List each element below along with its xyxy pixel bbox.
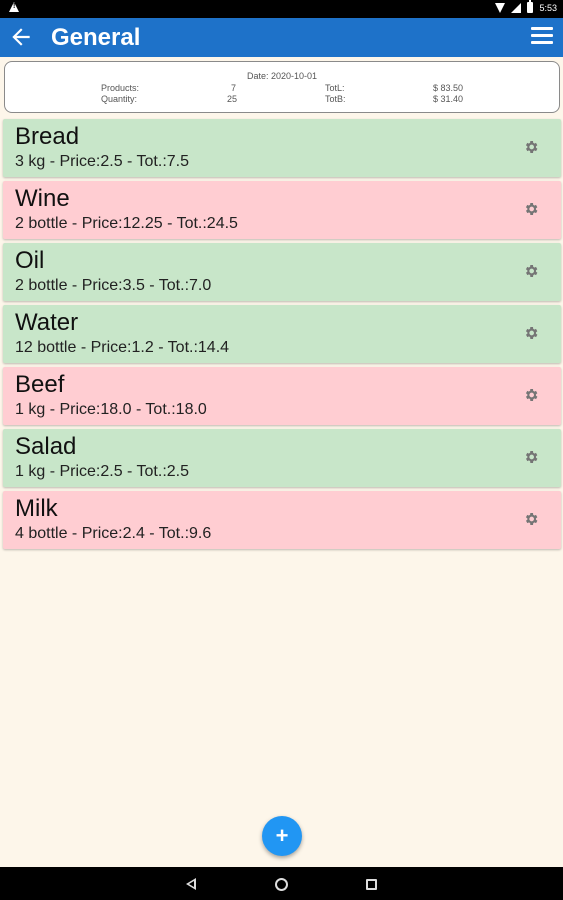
list-item[interactable]: Salad 1 kg - Price:2.5 - Tot.:2.5 bbox=[3, 429, 561, 487]
gear-icon[interactable] bbox=[523, 325, 539, 341]
quantity-value: 25 bbox=[227, 94, 238, 104]
item-name: Water bbox=[15, 309, 79, 336]
item-details: 12 bottle - Price:1.2 - Tot.:14.4 bbox=[15, 339, 230, 356]
item-details: 2 bottle - Price:3.5 - Tot.:7.0 bbox=[15, 277, 212, 294]
system-nav-bar bbox=[0, 867, 563, 900]
item-name: Oil bbox=[15, 247, 45, 274]
item-details: 3 kg - Price:2.5 - Tot.:7.5 bbox=[15, 153, 190, 170]
gear-icon[interactable] bbox=[523, 263, 539, 279]
item-name: Salad bbox=[15, 433, 77, 460]
list-item[interactable]: Wine 2 bottle - Price:12.25 - Tot.:24.5 bbox=[3, 181, 561, 239]
page-title: General bbox=[51, 24, 141, 51]
totl-value: $ 83.50 bbox=[433, 83, 464, 93]
nav-home-icon[interactable] bbox=[275, 878, 288, 891]
signal-icon bbox=[511, 2, 522, 13]
status-time: 5:53 bbox=[539, 2, 557, 13]
product-list: Bread 3 kg - Price:2.5 - Tot.:7.5 Wine 2… bbox=[3, 119, 561, 553]
gear-icon[interactable] bbox=[523, 511, 539, 527]
item-details: 2 bottle - Price:12.25 - Tot.:24.5 bbox=[15, 215, 238, 232]
list-item[interactable]: Milk 4 bottle - Price:2.4 - Tot.:9.6 bbox=[3, 491, 561, 549]
item-name: Beef bbox=[15, 371, 65, 398]
app-bar: General bbox=[0, 18, 563, 57]
quantity-label: Quantity: bbox=[101, 94, 138, 104]
gear-icon[interactable] bbox=[523, 449, 539, 465]
menu-icon[interactable] bbox=[531, 27, 553, 47]
gear-icon[interactable] bbox=[523, 387, 539, 403]
nav-recents-icon[interactable] bbox=[366, 879, 377, 890]
list-item[interactable]: Water 12 bottle - Price:1.2 - Tot.:14.4 bbox=[3, 305, 561, 363]
item-details: 1 kg - Price:2.5 - Tot.:2.5 bbox=[15, 463, 190, 480]
wifi-icon bbox=[495, 2, 506, 13]
battery-icon bbox=[527, 0, 534, 13]
list-item[interactable]: Bread 3 kg - Price:2.5 - Tot.:7.5 bbox=[3, 119, 561, 177]
add-button[interactable]: + bbox=[262, 816, 302, 856]
status-icons: 5:53 bbox=[495, 0, 557, 13]
products-label: Products: bbox=[101, 83, 140, 93]
gear-icon[interactable] bbox=[523, 201, 539, 217]
gear-icon[interactable] bbox=[523, 139, 539, 155]
summary-card: Date: 2020-10-01 Products: 7 Quantity: 2… bbox=[4, 61, 560, 113]
summary-date: Date: 2020-10-01 bbox=[246, 71, 318, 81]
totl-label: TotL: bbox=[325, 83, 345, 93]
item-details: 1 kg - Price:18.0 - Tot.:18.0 bbox=[15, 401, 207, 418]
list-item[interactable]: Oil 2 bottle - Price:3.5 - Tot.:7.0 bbox=[3, 243, 561, 301]
totb-label: TotB: bbox=[325, 94, 346, 104]
status-bar: 5:53 bbox=[0, 0, 563, 18]
totb-value: $ 31.40 bbox=[433, 94, 464, 104]
item-name: Bread bbox=[15, 123, 80, 150]
list-item[interactable]: Beef 1 kg - Price:18.0 - Tot.:18.0 bbox=[3, 367, 561, 425]
item-details: 4 bottle - Price:2.4 - Tot.:9.6 bbox=[15, 525, 212, 542]
item-name: Milk bbox=[15, 495, 58, 522]
item-name: Wine bbox=[15, 185, 70, 212]
warning-icon bbox=[9, 2, 19, 12]
products-value: 7 bbox=[231, 83, 237, 93]
arrow-back-icon[interactable] bbox=[8, 24, 36, 52]
nav-back-icon[interactable] bbox=[186, 878, 196, 890]
